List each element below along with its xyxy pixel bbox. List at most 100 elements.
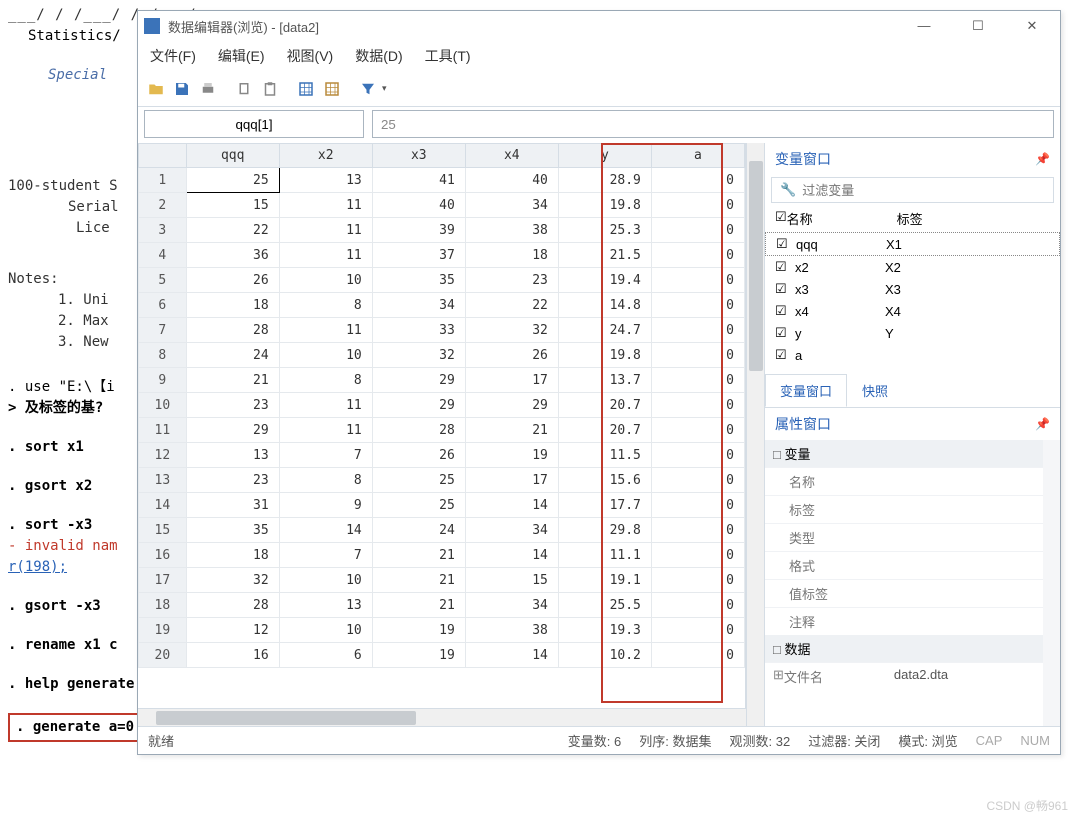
col-header-y[interactable]: y xyxy=(558,144,651,168)
cell[interactable]: 39 xyxy=(372,218,465,243)
cell[interactable]: 19 xyxy=(465,443,558,468)
cell[interactable]: 28.9 xyxy=(558,168,651,193)
cell[interactable]: 22 xyxy=(186,218,279,243)
table-row[interactable]: 82410322619.80 xyxy=(139,343,745,368)
copy-icon[interactable] xyxy=(232,77,256,101)
cell[interactable]: 18 xyxy=(186,293,279,318)
cell[interactable]: 11.1 xyxy=(558,543,651,568)
print-icon[interactable] xyxy=(196,77,220,101)
cell[interactable]: 0 xyxy=(651,368,744,393)
col-header-x4[interactable]: x4 xyxy=(465,144,558,168)
var-head-name[interactable]: 名称 xyxy=(787,209,897,228)
cell[interactable]: 0 xyxy=(651,218,744,243)
cell[interactable]: 19.8 xyxy=(558,193,651,218)
cell[interactable]: 16 xyxy=(186,643,279,668)
save-icon[interactable] xyxy=(170,77,194,101)
cell[interactable]: 11 xyxy=(279,243,372,268)
table-row[interactable]: 191210193819.30 xyxy=(139,618,745,643)
cell[interactable]: 0 xyxy=(651,193,744,218)
cell-value-input[interactable] xyxy=(372,110,1054,138)
pin-icon[interactable]: 📌 xyxy=(1035,152,1050,166)
cell[interactable]: 10.2 xyxy=(558,643,651,668)
cell-reference-input[interactable] xyxy=(144,110,364,138)
table-row[interactable]: 182813213425.50 xyxy=(139,593,745,618)
cell[interactable]: 29.8 xyxy=(558,518,651,543)
cell[interactable]: 26 xyxy=(465,343,558,368)
cell[interactable]: 8 xyxy=(279,368,372,393)
cell[interactable]: 0 xyxy=(651,318,744,343)
minimize-button[interactable]: — xyxy=(906,18,942,34)
row-number[interactable]: 8 xyxy=(139,343,187,368)
col-header-x3[interactable]: x3 xyxy=(372,144,465,168)
variable-row-y[interactable]: ☑yY xyxy=(765,322,1060,344)
table-row[interactable]: 32211393825.30 xyxy=(139,218,745,243)
table-row[interactable]: 6188342214.80 xyxy=(139,293,745,318)
tab-snapshot[interactable]: 快照 xyxy=(847,374,903,407)
cell[interactable]: 29 xyxy=(186,418,279,443)
filter-icon[interactable] xyxy=(356,77,380,101)
cell[interactable]: 34 xyxy=(372,293,465,318)
cell[interactable]: 0 xyxy=(651,543,744,568)
cell[interactable]: 41 xyxy=(372,168,465,193)
cell[interactable]: 0 xyxy=(651,293,744,318)
row-number[interactable]: 14 xyxy=(139,493,187,518)
cell[interactable]: 11 xyxy=(279,418,372,443)
cell[interactable]: 28 xyxy=(186,318,279,343)
var-head-label[interactable]: 标签 xyxy=(897,209,923,228)
cell[interactable]: 0 xyxy=(651,568,744,593)
cell[interactable]: 21 xyxy=(372,568,465,593)
cell[interactable]: 38 xyxy=(465,618,558,643)
cell[interactable]: 24 xyxy=(372,518,465,543)
cell[interactable]: 25.5 xyxy=(558,593,651,618)
table-row[interactable]: 72811333224.70 xyxy=(139,318,745,343)
cell[interactable]: 0 xyxy=(651,493,744,518)
close-button[interactable]: ✕ xyxy=(1014,18,1050,34)
table-row[interactable]: 43611371821.50 xyxy=(139,243,745,268)
cell[interactable]: 20.7 xyxy=(558,393,651,418)
cell[interactable]: 28 xyxy=(186,593,279,618)
cell[interactable]: 22 xyxy=(465,293,558,318)
row-number[interactable]: 11 xyxy=(139,418,187,443)
row-number[interactable]: 17 xyxy=(139,568,187,593)
cell[interactable]: 8 xyxy=(279,293,372,318)
cell[interactable]: 25 xyxy=(372,468,465,493)
variable-row-qqq[interactable]: ☑qqqX1 xyxy=(765,232,1060,256)
prop-group-variable[interactable]: 变量 xyxy=(765,440,1043,467)
table-row[interactable]: 9218291713.70 xyxy=(139,368,745,393)
cell[interactable]: 29 xyxy=(465,393,558,418)
row-number[interactable]: 16 xyxy=(139,543,187,568)
cell[interactable]: 19.4 xyxy=(558,268,651,293)
cell[interactable]: 13 xyxy=(279,593,372,618)
row-number[interactable]: 4 xyxy=(139,243,187,268)
row-number[interactable]: 18 xyxy=(139,593,187,618)
cell[interactable]: 28 xyxy=(372,418,465,443)
row-number[interactable]: 10 xyxy=(139,393,187,418)
cell[interactable]: 13 xyxy=(186,443,279,468)
cell[interactable]: 24.7 xyxy=(558,318,651,343)
cell[interactable]: 21 xyxy=(186,368,279,393)
cell[interactable]: 8 xyxy=(279,468,372,493)
cell[interactable]: 14 xyxy=(465,493,558,518)
tab-variables[interactable]: 变量窗口 xyxy=(765,374,847,407)
cell[interactable]: 15.6 xyxy=(558,468,651,493)
cell[interactable]: 11 xyxy=(279,193,372,218)
cell[interactable]: 32 xyxy=(465,318,558,343)
row-number[interactable]: 15 xyxy=(139,518,187,543)
cell[interactable]: 0 xyxy=(651,593,744,618)
table-row[interactable]: 153514243429.80 xyxy=(139,518,745,543)
row-number[interactable]: 3 xyxy=(139,218,187,243)
cell[interactable]: 14.8 xyxy=(558,293,651,318)
browse-grid-icon[interactable] xyxy=(320,77,344,101)
row-number[interactable]: 6 xyxy=(139,293,187,318)
cell[interactable]: 7 xyxy=(279,443,372,468)
paste-icon[interactable] xyxy=(258,77,282,101)
cell[interactable]: 0 xyxy=(651,268,744,293)
cell[interactable]: 17 xyxy=(465,368,558,393)
menu-view[interactable]: 视图(V) xyxy=(287,46,334,66)
cell[interactable]: 9 xyxy=(279,493,372,518)
cell[interactable]: 21 xyxy=(372,593,465,618)
horizontal-scrollbar[interactable] xyxy=(138,708,746,726)
cell[interactable]: 23 xyxy=(186,393,279,418)
row-number[interactable]: 5 xyxy=(139,268,187,293)
menu-tools[interactable]: 工具(T) xyxy=(425,46,471,66)
